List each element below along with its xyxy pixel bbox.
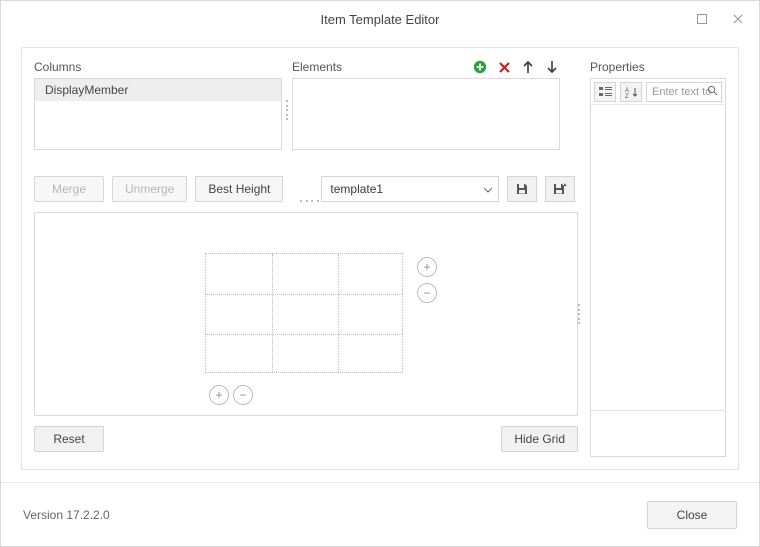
reset-button[interactable]: Reset: [34, 426, 104, 452]
template-grid[interactable]: [205, 253, 403, 373]
maximize-icon: [697, 14, 707, 24]
window: Item Template Editor Columns DisplayMemb…: [0, 0, 760, 547]
top-row: Columns DisplayMember Elements: [34, 60, 578, 150]
properties-panel: A Z Enter text to: [590, 78, 726, 457]
add-column-button[interactable]: +: [417, 257, 437, 277]
properties-search-placeholder: Enter text to: [652, 86, 711, 98]
columns-list[interactable]: DisplayMember: [34, 78, 282, 150]
unmerge-button[interactable]: Unmerge: [112, 176, 187, 202]
save-template-as-button[interactable]: [545, 176, 575, 202]
hide-grid-button[interactable]: Hide Grid: [501, 426, 578, 452]
elements-section: Elements: [292, 60, 560, 150]
save-template-button[interactable]: [507, 176, 537, 202]
grid-vline: [338, 254, 339, 372]
plus-icon: +: [215, 389, 222, 401]
remove-row-button[interactable]: −: [233, 385, 253, 405]
move-down-button[interactable]: [544, 59, 560, 75]
columns-list-item[interactable]: DisplayMember: [35, 79, 281, 101]
arrow-up-icon: [522, 60, 534, 74]
grid-hline: [206, 294, 402, 295]
elements-toolbar: [472, 59, 560, 75]
grid-hline: [206, 334, 402, 335]
titlebar: Item Template Editor: [1, 1, 759, 37]
merge-button[interactable]: Merge: [34, 176, 104, 202]
minus-icon: −: [423, 287, 430, 299]
left-pane: Columns DisplayMember Elements: [34, 60, 578, 457]
properties-section: Properties A Z: [590, 60, 726, 457]
add-element-button[interactable]: [472, 59, 488, 75]
properties-toolbar: A Z Enter text to: [591, 79, 725, 105]
categorize-button[interactable]: [594, 82, 616, 102]
elements-label: Elements: [292, 60, 342, 74]
grid-vline: [272, 254, 273, 372]
properties-body[interactable]: [591, 105, 725, 410]
dialog-footer: Version 17.2.2.0 Close: [1, 482, 759, 546]
columns-section: Columns DisplayMember: [34, 60, 282, 150]
categorize-icon: [599, 86, 612, 98]
splitter-handle[interactable]: [286, 100, 290, 120]
action-row: Merge Unmerge Best Height template1: [34, 176, 578, 202]
sort-az-icon: A Z: [625, 86, 638, 98]
save-icon: [515, 182, 529, 196]
template-select-value: template1: [330, 182, 383, 196]
editor-body: Columns DisplayMember Elements: [21, 47, 739, 470]
x-icon: [498, 61, 511, 74]
window-title: Item Template Editor: [321, 12, 440, 27]
remove-element-button[interactable]: [496, 59, 512, 75]
chevron-down-icon: [484, 182, 492, 196]
move-up-button[interactable]: [520, 59, 536, 75]
close-icon: [733, 14, 743, 24]
elements-list[interactable]: [292, 78, 560, 150]
best-height-button[interactable]: Best Height: [195, 176, 283, 202]
columns-label: Columns: [34, 60, 282, 74]
design-surface[interactable]: + − + −: [34, 212, 578, 416]
version-label: Version 17.2.2.0: [23, 508, 110, 522]
svg-text:Z: Z: [625, 94, 629, 98]
save-as-icon: [552, 182, 568, 196]
splitter-handle-right[interactable]: [578, 304, 582, 324]
properties-search[interactable]: Enter text to: [646, 82, 722, 102]
template-select[interactable]: template1: [321, 176, 499, 202]
search-icon: [707, 85, 718, 99]
add-row-button[interactable]: +: [209, 385, 229, 405]
window-buttons: [687, 1, 753, 37]
minus-icon: −: [239, 389, 246, 401]
maximize-button[interactable]: [687, 7, 717, 31]
remove-column-button[interactable]: −: [417, 283, 437, 303]
bottom-row: Reset Hide Grid: [34, 426, 578, 452]
properties-footer: [591, 410, 725, 456]
close-button[interactable]: Close: [647, 501, 737, 529]
plus-circle-icon: [473, 60, 487, 74]
sort-az-button[interactable]: A Z: [620, 82, 642, 102]
arrow-down-icon: [546, 60, 558, 74]
plus-icon: +: [423, 261, 430, 273]
properties-label: Properties: [590, 60, 726, 74]
close-window-button[interactable]: [723, 7, 753, 31]
